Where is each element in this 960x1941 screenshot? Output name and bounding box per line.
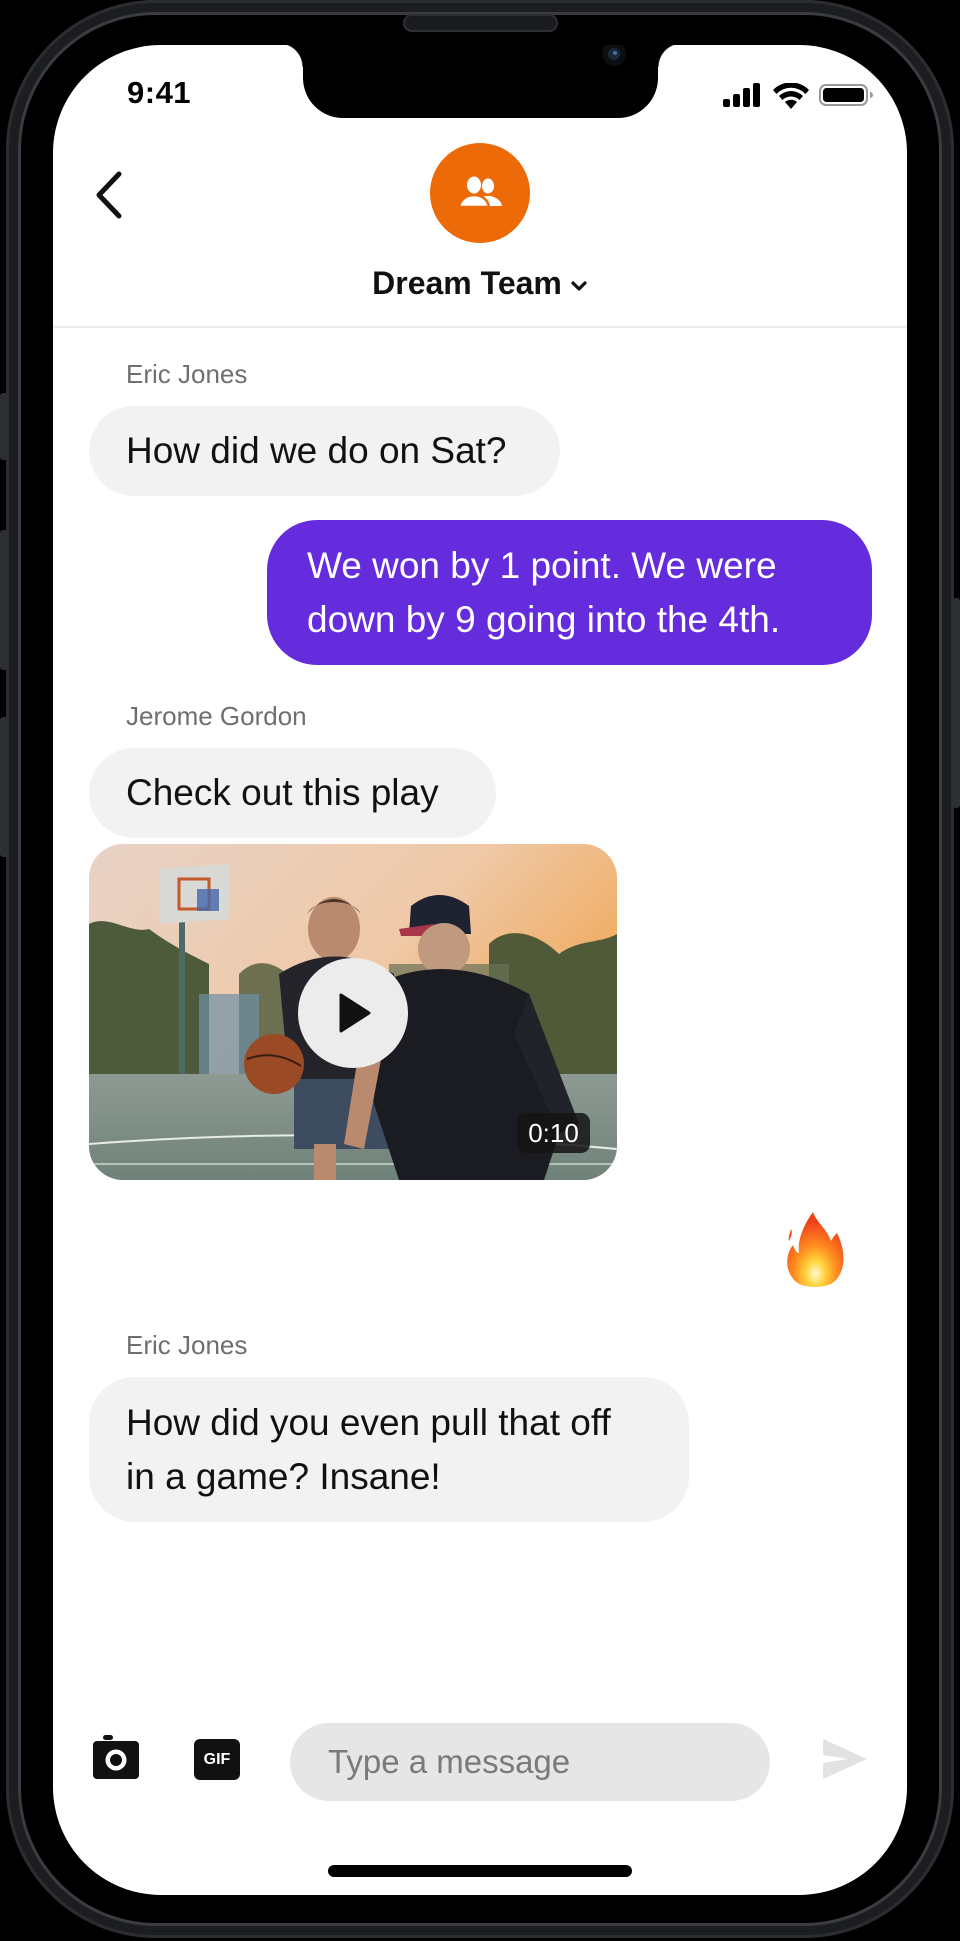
sender-name: Eric Jones bbox=[126, 359, 248, 389]
earpiece-speaker bbox=[403, 14, 558, 32]
group-people-icon bbox=[457, 176, 502, 209]
group-title-dropdown[interactable]: Dream Team bbox=[53, 265, 907, 302]
chevron-left-icon bbox=[96, 171, 122, 219]
home-indicator[interactable] bbox=[328, 1865, 632, 1877]
video-duration: 0:10 bbox=[517, 1113, 590, 1153]
power-button bbox=[952, 598, 960, 808]
play-icon bbox=[339, 993, 371, 1033]
sender-name: Eric Jones bbox=[126, 1330, 248, 1360]
signal-icon bbox=[723, 83, 760, 107]
sender-name: Jerome Gordon bbox=[126, 701, 307, 731]
mute-switch bbox=[0, 393, 8, 460]
group-avatar[interactable] bbox=[430, 143, 530, 243]
chevron-down-icon bbox=[571, 280, 587, 291]
message-text: How did we do on Sat? bbox=[126, 430, 507, 471]
message-text: How did you even pull that off in a game… bbox=[126, 1401, 611, 1497]
gif-label: GIF bbox=[203, 1750, 231, 1768]
message-input[interactable] bbox=[290, 1723, 770, 1801]
wifi-icon bbox=[773, 83, 809, 109]
video-attachment[interactable]: 0:10 bbox=[89, 844, 617, 1180]
message-bubble[interactable]: How did we do on Sat? bbox=[89, 406, 560, 496]
back-button[interactable] bbox=[91, 167, 131, 223]
battery-icon bbox=[819, 84, 873, 106]
message-bubble[interactable]: How did you even pull that off in a game… bbox=[89, 1377, 689, 1522]
header-divider bbox=[53, 326, 907, 328]
fire-icon[interactable] bbox=[783, 1211, 847, 1289]
camera-icon[interactable] bbox=[93, 1735, 139, 1780]
play-button[interactable] bbox=[298, 958, 408, 1068]
volume-up-button bbox=[0, 530, 8, 670]
group-name: Dream Team bbox=[372, 265, 562, 301]
message-text: Check out this play bbox=[126, 772, 439, 813]
notch bbox=[279, 45, 682, 118]
message-bubble-outgoing[interactable]: We won by 1 point. We were down by 9 goi… bbox=[267, 520, 872, 665]
gif-button[interactable]: GIF bbox=[194, 1739, 240, 1780]
phone-screen: 9:41 Dream Team Eric Jones How did we do… bbox=[53, 45, 907, 1895]
front-camera-icon bbox=[602, 45, 626, 66]
message-text: We won by 1 point. We were down by 9 goi… bbox=[307, 544, 781, 640]
volume-down-button bbox=[0, 717, 8, 857]
status-time: 9:41 bbox=[127, 75, 192, 110]
send-icon[interactable] bbox=[822, 1738, 868, 1780]
message-bubble[interactable]: Check out this play bbox=[89, 748, 496, 838]
